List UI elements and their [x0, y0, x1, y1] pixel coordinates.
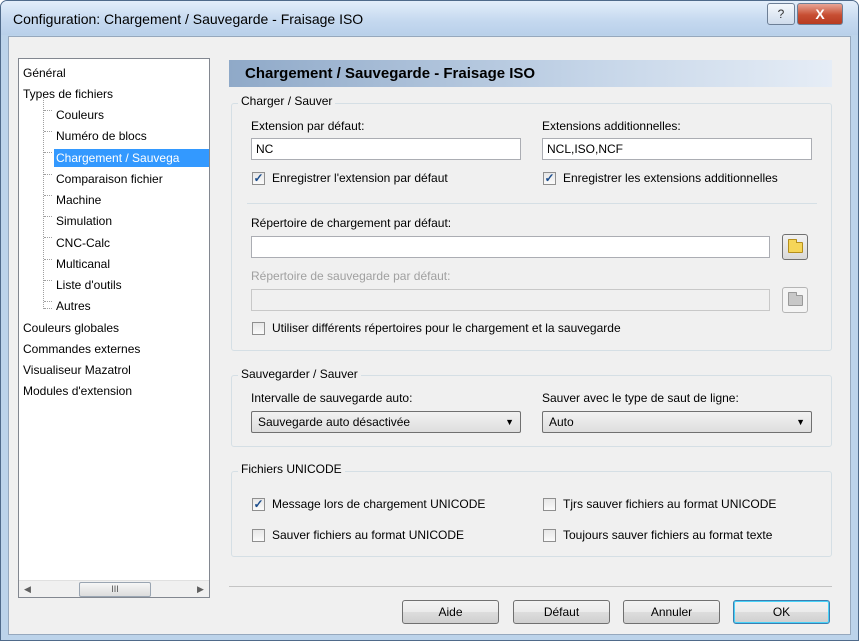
- tree-item-mazatrol-viewer[interactable]: Visualiseur Mazatrol: [21, 361, 133, 379]
- tree-guide-branch: [44, 152, 52, 153]
- dialog-window: Configuration: Chargement / Sauvegarde -…: [0, 0, 859, 641]
- help-title-button[interactable]: ?: [767, 3, 795, 25]
- tree-guide-line: [43, 95, 44, 309]
- separator: [247, 203, 817, 204]
- browse-load-directory-button[interactable]: [782, 234, 808, 260]
- additional-extensions-input[interactable]: NCL,ISO,NCF: [542, 138, 812, 160]
- additional-extensions-label: Extensions additionnelles:: [542, 119, 681, 133]
- always-save-unicode-checkbox[interactable]: [543, 498, 556, 511]
- tree-guide-branch: [44, 195, 52, 196]
- tree-item-simulation[interactable]: Simulation: [54, 212, 114, 230]
- unicode-group-title: Fichiers UNICODE: [238, 462, 345, 476]
- tree-item-external-commands[interactable]: Commandes externes: [21, 340, 142, 358]
- tree-guide-branch: [44, 216, 52, 217]
- tree-item-file-types[interactable]: Types de fichiers: [21, 85, 115, 103]
- default-button[interactable]: Défaut: [513, 600, 610, 624]
- save-unicode-checkbox[interactable]: [252, 529, 265, 542]
- cancel-button[interactable]: Annuler: [623, 600, 720, 624]
- page-title: Chargement / Sauvegarde - Fraisage ISO: [229, 60, 832, 87]
- load-directory-input[interactable]: [251, 236, 770, 258]
- tree-item-general[interactable]: Général: [21, 64, 68, 82]
- unicode-load-message-checkbox[interactable]: ✓: [252, 498, 265, 511]
- help-icon: ?: [777, 7, 785, 21]
- tree-item-global-colors[interactable]: Couleurs globales: [21, 319, 121, 337]
- help-button[interactable]: Aide: [402, 600, 499, 624]
- tree-item-block-numbers[interactable]: Numéro de blocs: [54, 127, 149, 145]
- dropdown-arrow-icon: ▼: [796, 417, 805, 427]
- tree-guide-branch: [44, 174, 52, 175]
- linebreak-type-select[interactable]: Auto ▼: [542, 411, 812, 433]
- autosave-group-title: Sauvegarder / Sauver: [238, 367, 361, 381]
- autosave-interval-value: Sauvegarde auto désactivée: [258, 415, 411, 429]
- footer-separator: [229, 586, 832, 587]
- folder-icon: [787, 291, 803, 306]
- scroll-thumb[interactable]: III: [79, 582, 151, 597]
- save-directory-label: Répertoire de sauvegarde par défaut:: [251, 269, 451, 283]
- default-extension-label: Extension par défaut:: [251, 119, 365, 133]
- tree-guide-branch: [44, 280, 52, 281]
- always-save-text-label: Toujours sauver fichiers au format texte: [563, 528, 773, 542]
- load-directory-label: Répertoire de chargement par défaut:: [251, 216, 452, 230]
- always-save-unicode-label: Tjrs sauver fichiers au format UNICODE: [563, 497, 777, 511]
- settings-tree[interactable]: Général Types de fichiers Couleurs Numér…: [18, 58, 210, 598]
- tree-guide-branch: [44, 131, 52, 132]
- tree-item-file-compare[interactable]: Comparaison fichier: [54, 170, 165, 188]
- tree-item-tool-list[interactable]: Liste d'outils: [54, 276, 124, 294]
- browse-save-directory-button[interactable]: [782, 287, 808, 313]
- tree-guide-branch: [44, 110, 52, 111]
- autosave-interval-select[interactable]: Sauvegarde auto désactivée ▼: [251, 411, 521, 433]
- tree-item-extension-modules[interactable]: Modules d'extension: [21, 382, 134, 400]
- close-icon: X: [815, 6, 825, 22]
- tree-item-machine[interactable]: Machine: [54, 191, 103, 209]
- save-unicode-label: Sauver fichiers au format UNICODE: [272, 528, 465, 542]
- close-button[interactable]: X: [797, 3, 843, 25]
- always-save-text-checkbox[interactable]: [543, 529, 556, 542]
- different-directories-label: Utiliser différents répertoires pour le …: [272, 321, 621, 335]
- unicode-group: [231, 471, 832, 557]
- folder-icon: [787, 238, 803, 253]
- tree-item-colors[interactable]: Couleurs: [54, 106, 106, 124]
- tree-guide-branch: [44, 301, 52, 302]
- save-additional-extensions-checkbox[interactable]: ✓: [543, 172, 556, 185]
- load-save-group-title: Charger / Sauver: [238, 94, 336, 108]
- default-extension-input[interactable]: NC: [251, 138, 521, 160]
- tree-guide-branch: [44, 308, 52, 309]
- tree-item-cnc-calc[interactable]: CNC-Calc: [54, 234, 112, 252]
- dropdown-arrow-icon: ▼: [505, 417, 514, 427]
- save-additional-extensions-label: Enregistrer les extensions additionnelle…: [563, 171, 778, 185]
- ok-button[interactable]: OK: [733, 600, 830, 624]
- title-bar[interactable]: Configuration: Chargement / Sauvegarde -…: [1, 1, 858, 35]
- linebreak-type-label: Sauver avec le type de saut de ligne:: [542, 391, 739, 405]
- tree-guide-branch: [44, 237, 52, 238]
- autosave-interval-label: Intervalle de sauvegarde auto:: [251, 391, 413, 405]
- tree-guide-branch: [44, 259, 52, 260]
- linebreak-type-value: Auto: [549, 415, 574, 429]
- scroll-right-icon[interactable]: ▶: [192, 581, 209, 598]
- save-default-extension-checkbox[interactable]: ✓: [252, 172, 265, 185]
- save-directory-input[interactable]: [251, 289, 770, 311]
- tree-item-multichannel[interactable]: Multicanal: [54, 255, 112, 273]
- different-directories-checkbox[interactable]: [252, 322, 265, 335]
- window-title: Configuration: Chargement / Sauvegarde -…: [13, 11, 364, 27]
- tree-item-others[interactable]: Autres: [54, 297, 93, 315]
- tree-item-load-save[interactable]: Chargement / Sauvega: [54, 149, 209, 167]
- unicode-load-message-label: Message lors de chargement UNICODE: [272, 497, 486, 511]
- tree-horizontal-scrollbar[interactable]: ◀ III ▶: [19, 580, 209, 597]
- scroll-left-icon[interactable]: ◀: [19, 581, 36, 598]
- save-default-extension-label: Enregistrer l'extension par défaut: [272, 171, 448, 185]
